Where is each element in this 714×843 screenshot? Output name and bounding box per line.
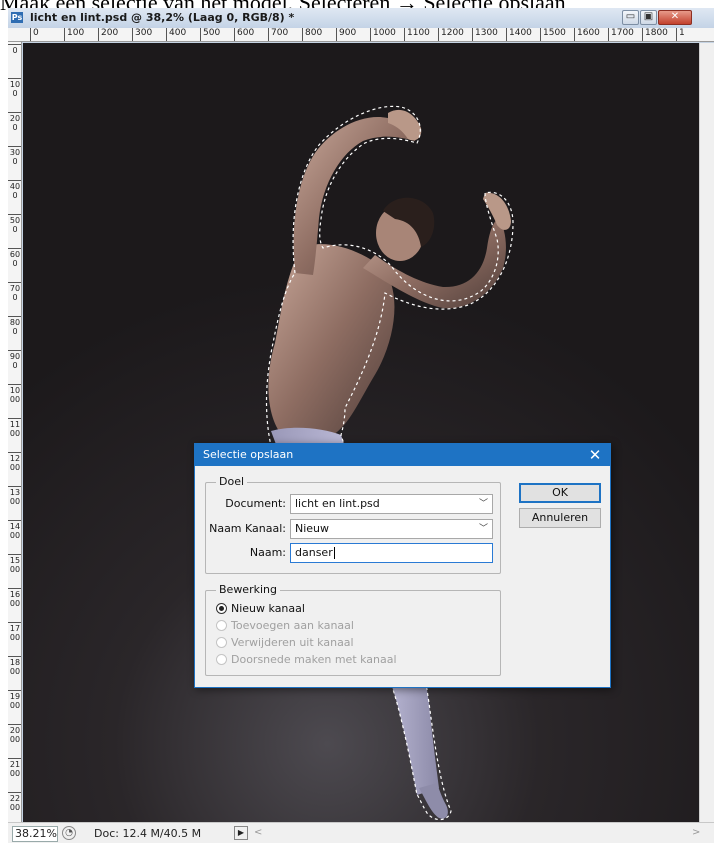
ruler-tick-label: 1000 <box>370 28 396 41</box>
dialog-title[interactable]: Selectie opslaan <box>195 444 610 466</box>
ruler-tick-label: 300 <box>132 28 152 41</box>
ruler-tick-label: 2100 <box>8 758 21 792</box>
ruler-tick-label: 400 <box>8 180 21 214</box>
ruler-tick-label: 1900 <box>8 690 21 724</box>
status-info-icon[interactable]: ◔ <box>62 826 76 840</box>
zoom-field[interactable]: 38.21% <box>12 826 58 842</box>
ruler-tick-label: 1300 <box>8 486 21 520</box>
ruler-tick-label: 800 <box>8 316 21 350</box>
operation-group: Bewerking Nieuw kanaal Toevoegen aan kan… <box>205 583 501 676</box>
ruler-tick-label: 100 <box>8 78 21 112</box>
document-select-value: licht en lint.psd <box>295 497 380 510</box>
photoshop-icon: Ps <box>11 12 23 23</box>
minimize-button[interactable]: ▭ <box>622 10 639 25</box>
document-window: Ps licht en lint.psd @ 38,2% (Laag 0, RG… <box>8 8 714 843</box>
ruler-tick-label: 1100 <box>404 28 430 41</box>
document-label: Document: <box>225 497 286 510</box>
ruler-tick-label: 700 <box>8 282 21 316</box>
ruler-tick-label: 1100 <box>8 418 21 452</box>
ruler-tick-label: 1200 <box>438 28 464 41</box>
ruler-tick-label: 600 <box>234 28 254 41</box>
chevron-down-icon: ﹀ <box>478 524 488 534</box>
document-select[interactable]: licht en lint.psd ﹀ <box>290 494 493 514</box>
ruler-tick-label: 1700 <box>8 622 21 656</box>
dancer-image <box>265 105 514 821</box>
ruler-tick-label: 1700 <box>608 28 634 41</box>
ruler-tick-label: 500 <box>8 214 21 248</box>
status-menu-arrow-icon[interactable]: ▶ <box>234 826 248 840</box>
channel-name-input[interactable]: danser <box>290 543 493 563</box>
target-group-legend: Doel <box>216 475 248 489</box>
ruler-tick-label: 0 <box>30 28 39 41</box>
radio-button-icon <box>216 603 227 614</box>
document-titlebar[interactable]: Ps licht en lint.psd @ 38,2% (Laag 0, RG… <box>8 8 714 28</box>
name-label: Naam: <box>249 546 286 559</box>
ruler-tick-label: 2000 <box>8 724 21 758</box>
scroll-left-icon[interactable]: < <box>254 827 262 838</box>
ruler-tick-label: 0 <box>8 44 21 78</box>
scroll-right-icon[interactable]: > <box>692 827 700 838</box>
ruler-tick-label: 1500 <box>8 554 21 588</box>
horizontal-ruler[interactable]: 0 100 200 300 400 500 600 700 800 900 1000 1100 1200… <box>8 28 714 42</box>
radio-label: Nieuw kanaal <box>231 602 305 615</box>
ruler-tick-label: 1000 <box>8 384 21 418</box>
chevron-down-icon: ﹀ <box>478 499 488 509</box>
ruler-tick-label: 1600 <box>8 588 21 622</box>
target-group: Doel Document: licht en lint.psd ﹀ Naam … <box>205 475 501 574</box>
document-title: licht en lint.psd @ 38,2% (Laag 0, RGB/8… <box>30 11 295 24</box>
operation-group-legend: Bewerking <box>216 583 280 597</box>
channel-select[interactable]: Nieuw ﹀ <box>290 519 493 539</box>
radio-label: Doorsnede maken met kanaal <box>231 653 397 666</box>
ruler-tick-label: 1 <box>676 28 685 41</box>
ruler-tick-label: 100 <box>64 28 84 41</box>
radio-button-icon <box>216 637 227 648</box>
ruler-tick-label: 900 <box>8 350 21 384</box>
cancel-button[interactable]: Annuleren <box>519 508 601 528</box>
close-window-button[interactable]: ✕ <box>658 10 692 25</box>
channel-label: Naam Kanaal: <box>209 522 286 535</box>
ruler-tick-label: 1500 <box>540 28 566 41</box>
dialog-close-icon[interactable]: ✕ <box>586 445 604 465</box>
ruler-tick-label: 200 <box>98 28 118 41</box>
image-canvas[interactable] <box>23 43 699 822</box>
radio-button-icon <box>216 654 227 665</box>
ruler-tick-label: 400 <box>166 28 186 41</box>
vertical-ruler[interactable]: 0 100 200 300 400 500 600 700 800 900 1000 1100 1200… <box>8 42 22 822</box>
text-caret <box>333 547 335 559</box>
ruler-tick-label: 600 <box>8 248 21 282</box>
ruler-tick-label: 1400 <box>506 28 532 41</box>
radio-button-icon <box>216 620 227 631</box>
status-bar: 38.21% ◔ Doc: 12.4 M/40.5 M ▶ < > <box>8 822 714 843</box>
radio-label: Verwijderen uit kanaal <box>231 636 354 649</box>
ruler-tick-label: 1400 <box>8 520 21 554</box>
ruler-tick-label: 1300 <box>472 28 498 41</box>
radio-label: Toevoegen aan kanaal <box>231 619 354 632</box>
channel-select-value: Nieuw <box>295 522 330 535</box>
ruler-tick-label: 1800 <box>8 656 21 690</box>
ruler-tick-label: 500 <box>200 28 220 41</box>
maximize-button[interactable]: ▣ <box>640 10 657 25</box>
ruler-tick-label: 1600 <box>574 28 600 41</box>
ruler-tick-label: 1800 <box>642 28 668 41</box>
ruler-tick-label: 2200 <box>8 792 21 822</box>
ok-button[interactable]: OK <box>519 483 601 503</box>
ruler-tick-label: 1200 <box>8 452 21 486</box>
channel-name-value: danser <box>295 546 333 559</box>
save-selection-dialog: Selectie opslaan ✕ Doel Document: licht … <box>194 443 611 688</box>
document-size-info: Doc: 12.4 M/40.5 M <box>94 827 202 840</box>
ruler-tick-label: 200 <box>8 112 21 146</box>
ruler-tick-label: 800 <box>302 28 322 41</box>
ruler-tick-label: 700 <box>268 28 288 41</box>
vertical-scrollbar[interactable] <box>699 43 714 822</box>
ruler-tick-label: 900 <box>336 28 356 41</box>
ruler-tick-label: 300 <box>8 146 21 180</box>
